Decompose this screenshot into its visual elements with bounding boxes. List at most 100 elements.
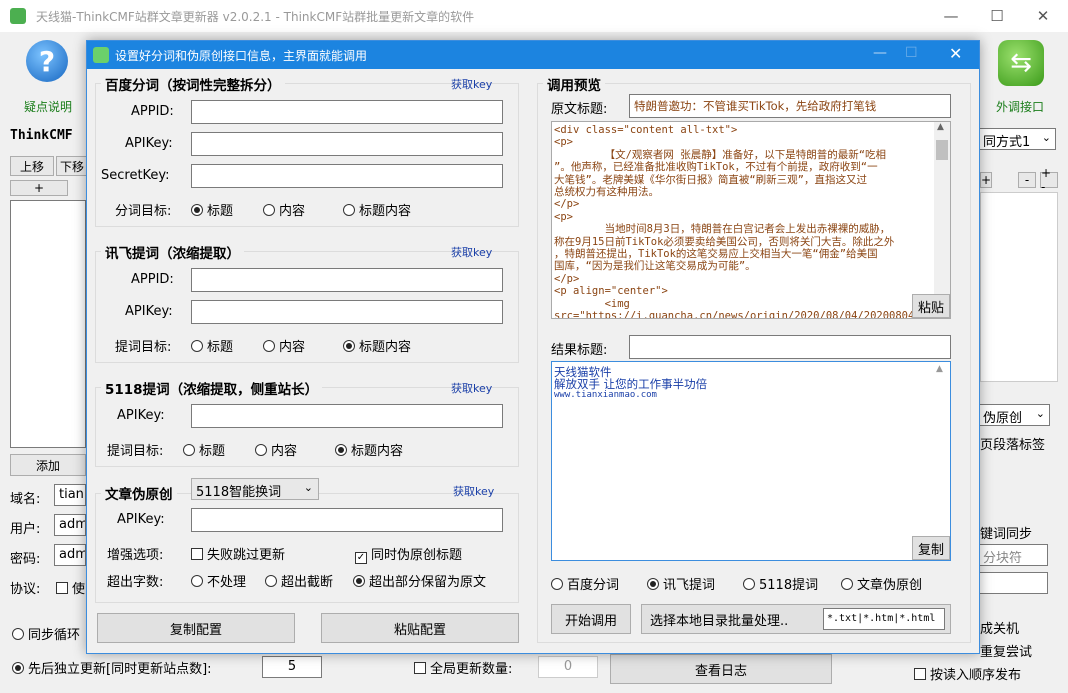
start-call-button[interactable]: 开始调用 bbox=[551, 604, 631, 634]
w5118-get-key-link[interactable]: 获取key bbox=[451, 380, 492, 396]
result-title-field[interactable] bbox=[629, 335, 951, 359]
add-site-button[interactable]: 添加 bbox=[10, 454, 86, 476]
result-scroll-up-icon[interactable]: ▲ bbox=[936, 364, 943, 374]
loop-sync-radio[interactable]: 同步循环 bbox=[12, 624, 80, 643]
copy-result-button[interactable]: 复制 bbox=[912, 536, 950, 560]
choice-pseudo-label: 文章伪原创 bbox=[857, 578, 923, 593]
maximize-icon[interactable]: ☐ bbox=[974, 0, 1020, 32]
chevron-down-icon: ⌄ bbox=[1035, 407, 1045, 420]
site-list-header: ThinkCMF bbox=[10, 128, 73, 143]
password-field[interactable]: adm bbox=[54, 544, 86, 566]
paste-config-button[interactable]: 粘贴配置 bbox=[321, 613, 519, 643]
xunfei-appid-label: APPID: bbox=[131, 272, 174, 287]
choice-pseudo[interactable]: 文章伪原创 bbox=[841, 574, 922, 593]
method-select-value: 同方式1 bbox=[983, 135, 1031, 150]
xunfei-appid-field[interactable] bbox=[191, 268, 503, 292]
over-opt-none-label: 不处理 bbox=[207, 575, 247, 590]
xunfei-opt-both[interactable]: 标题内容 bbox=[343, 336, 411, 355]
xunfei-get-key-link[interactable]: 获取key bbox=[451, 244, 492, 260]
sequential-update-radio[interactable]: 先后独立更新[同时更新站点数]: bbox=[12, 658, 212, 677]
move-down-button[interactable]: 下移 bbox=[56, 156, 88, 176]
pseudo-apikey-field[interactable] bbox=[191, 508, 503, 532]
code-line: 称在9月15日前TikTok必须要卖给美国公司，否则将关门大吉。除此之外 bbox=[554, 235, 895, 248]
pseudo-apikey-label: APIKey: bbox=[117, 512, 165, 527]
pseudo-heading: 文章伪原创 bbox=[101, 483, 177, 503]
over-opt-keep[interactable]: 超出部分保留为原文 bbox=[353, 571, 486, 590]
w5118-opt-title-label: 标题 bbox=[199, 444, 226, 459]
baidu-opt-content[interactable]: 内容 bbox=[263, 200, 305, 219]
domain-field[interactable]: tian bbox=[54, 484, 86, 506]
close-icon[interactable]: ✕ bbox=[1020, 0, 1066, 32]
concurrent-sites-field[interactable]: 5 bbox=[262, 656, 322, 678]
w5118-apikey-field[interactable] bbox=[191, 404, 503, 428]
site-list[interactable] bbox=[10, 200, 86, 448]
choice-5118-label: 5118提词 bbox=[759, 578, 819, 593]
xunfei-opt-title[interactable]: 标题 bbox=[191, 336, 233, 355]
code-line: 大笔钱”。老牌美媒《华尔街日报》简直被“刷新三观”，直指这又过 bbox=[554, 173, 867, 186]
source-code-area[interactable]: <div class="content all-txt"> <p> 【文/观察者网… bbox=[551, 121, 951, 319]
right-minus-button[interactable]: - bbox=[1018, 172, 1036, 188]
choice-baidu-label: 百度分词 bbox=[567, 578, 620, 593]
scroll-up-icon[interactable]: ▲ bbox=[937, 122, 944, 132]
skip-fail-checkbox[interactable]: 失败跳过更新 bbox=[191, 544, 285, 563]
baidu-opt-content-label: 内容 bbox=[279, 204, 306, 219]
view-log-button[interactable]: 查看日志 bbox=[610, 654, 832, 684]
xunfei-apikey-field[interactable] bbox=[191, 300, 503, 324]
copy-config-button[interactable]: 复制配置 bbox=[97, 613, 295, 643]
choice-5118[interactable]: 5118提词 bbox=[743, 574, 818, 593]
help-button[interactable]: ? 疑点说明 bbox=[14, 36, 84, 116]
w5118-opt-content[interactable]: 内容 bbox=[255, 440, 297, 459]
result-area[interactable]: 天线猫软件 解放双手 让您的工作事半功倍 www.tianxianmao.com… bbox=[551, 361, 951, 561]
protocol-checkbox[interactable]: 使 bbox=[56, 578, 85, 597]
code-line: ”。他声称，已经准备批准收购TikTok，不过有个前提，政府收到“一 bbox=[554, 161, 878, 174]
w5118-opt-both[interactable]: 标题内容 bbox=[335, 440, 403, 459]
baidu-get-key-link[interactable]: 获取key bbox=[451, 76, 492, 92]
pseudo-provider-select[interactable]: 5118智能换词 ⌄ bbox=[191, 478, 319, 500]
domain-value: tian bbox=[59, 487, 84, 502]
scroll-thumb[interactable] bbox=[936, 140, 948, 160]
pseudo-get-key-link[interactable]: 获取key bbox=[453, 483, 494, 499]
method-select[interactable]: 同方式1 ⌄ bbox=[978, 128, 1056, 150]
api-label: 外调接口 bbox=[996, 100, 1045, 114]
code-scrollbar[interactable]: ▲ bbox=[934, 122, 950, 318]
external-api-button[interactable]: ⇆ 外调接口 bbox=[992, 36, 1062, 116]
right-list[interactable] bbox=[980, 192, 1058, 382]
keep-block-field[interactable]: 分块符 bbox=[978, 544, 1048, 566]
move-up-button[interactable]: 上移 bbox=[10, 156, 54, 176]
sync-title-checkbox[interactable]: ✓ 同时伪原创标题 bbox=[355, 544, 462, 564]
right-plus-minus-button[interactable]: + - bbox=[1040, 166, 1058, 194]
choice-xunfei[interactable]: 讯飞提词 bbox=[647, 574, 715, 593]
choice-baidu[interactable]: 百度分词 bbox=[551, 574, 619, 593]
baidu-target-label: 分词目标: bbox=[115, 204, 172, 219]
over-opt-truncate[interactable]: 超出截断 bbox=[265, 571, 333, 590]
minimize-icon[interactable]: — bbox=[928, 0, 974, 32]
baidu-secret-field[interactable] bbox=[191, 164, 503, 188]
dialog-close-icon[interactable]: ✕ bbox=[949, 44, 962, 63]
order-publish-checkbox[interactable]: 按读入顺序发布 bbox=[914, 664, 1021, 683]
over-opt-none[interactable]: 不处理 bbox=[191, 571, 246, 590]
pseudo-provider-value: 5118智能换词 bbox=[196, 485, 282, 500]
pseudo-method-select[interactable]: 伪原创 ⌄ bbox=[978, 404, 1050, 426]
user-field[interactable]: adm bbox=[54, 514, 86, 536]
baidu-appid-field[interactable] bbox=[191, 100, 503, 124]
w5118-opt-title[interactable]: 标题 bbox=[183, 440, 225, 459]
baidu-opt-title[interactable]: 标题 bbox=[191, 200, 233, 219]
baidu-opt-both[interactable]: 标题内容 bbox=[343, 200, 411, 219]
api-arrows-icon: ⇆ bbox=[998, 40, 1044, 86]
xunfei-opt-content[interactable]: 内容 bbox=[263, 336, 305, 355]
extra-field[interactable] bbox=[978, 572, 1048, 594]
global-count-field[interactable]: 0 bbox=[538, 656, 598, 678]
orig-title-field[interactable]: 特朗普邀功：不管谁买TikTok，先给政府打笔钱 bbox=[629, 94, 951, 118]
dialog-minimize-icon[interactable]: — bbox=[873, 45, 887, 61]
help-icon: ? bbox=[26, 40, 68, 82]
right-plus-button-1[interactable]: + bbox=[980, 172, 992, 188]
xunfei-opt-both-label: 标题内容 bbox=[359, 340, 412, 355]
global-count-checkbox[interactable]: 全局更新数量: bbox=[414, 658, 512, 677]
baidu-apikey-field[interactable] bbox=[191, 132, 503, 156]
baidu-opt-both-label: 标题内容 bbox=[359, 204, 412, 219]
user-label: 用户: bbox=[10, 522, 41, 537]
file-ext-field[interactable]: *.txt|*.htm|*.html bbox=[823, 608, 945, 630]
orig-title-label: 原文标题: bbox=[551, 102, 608, 117]
paste-button[interactable]: 粘贴 bbox=[912, 294, 950, 318]
add-plus-button[interactable]: + bbox=[10, 180, 68, 196]
